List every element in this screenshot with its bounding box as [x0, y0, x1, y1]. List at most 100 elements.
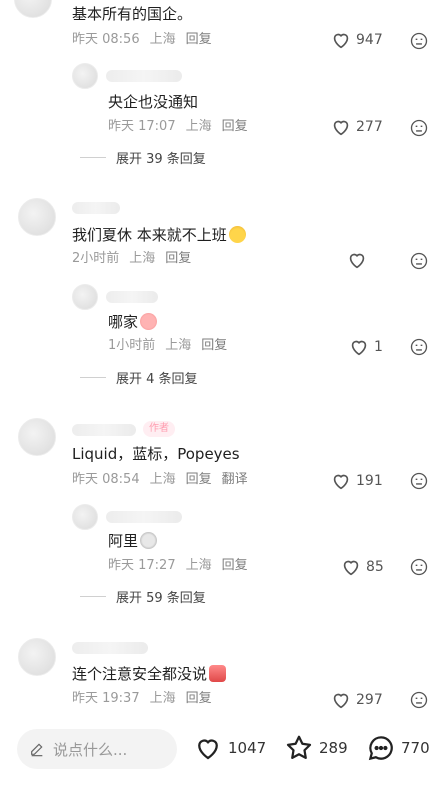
post-star-count: 289 [319, 739, 348, 757]
comment-time: 2小时前 [72, 251, 120, 266]
comment-time: 昨天 17:27 [108, 558, 176, 573]
expand-label: 展开 39 条回复 [116, 152, 206, 167]
like-button[interactable] [346, 249, 368, 271]
like-button[interactable]: 85 [340, 556, 384, 578]
like-button[interactable]: 277 [330, 116, 383, 138]
avatar[interactable] [18, 198, 56, 236]
avatar[interactable] [18, 638, 56, 676]
comment-input-placeholder: 说点什么... [53, 740, 128, 759]
like-button[interactable]: 191 [330, 470, 383, 492]
like-count: 1 [374, 339, 383, 355]
comment-text-content: 哪家 [108, 313, 139, 331]
expand-label: 展开 59 条回复 [116, 591, 206, 606]
avatar[interactable] [18, 418, 56, 456]
comment-meta: 昨天 08:54 上海 回复 翻译 [72, 471, 248, 489]
post-like-count: 1047 [228, 739, 267, 757]
avatar[interactable] [14, 0, 52, 18]
cat-emoji-icon [140, 532, 158, 549]
username [72, 642, 148, 654]
like-button[interactable]: 1 [348, 336, 383, 358]
expand-replies-button[interactable]: 展开 59 条回复 [80, 587, 206, 606]
comment-location: 上海 [129, 251, 156, 266]
comment-text-content: 连个注意安全都没说 [72, 665, 208, 683]
comment-location: 上海 [149, 472, 176, 487]
heart-icon [333, 693, 349, 709]
avatar[interactable] [72, 504, 98, 530]
neutral-face-icon[interactable] [409, 31, 429, 51]
comment-text: 基本所有的国企。 [72, 5, 193, 23]
divider [80, 157, 106, 158]
comment-time: 昨天 08:54 [72, 472, 140, 487]
comment-time: 1小时前 [108, 338, 156, 353]
neutral-face-icon[interactable] [409, 471, 429, 491]
neutral-face-icon[interactable] [409, 251, 429, 271]
username [106, 291, 158, 303]
comment-meta: 昨天 19:37 上海 回复 [72, 690, 212, 708]
pear-emoji-icon [228, 226, 246, 243]
comment-time: 昨天 08:56 [72, 32, 140, 47]
divider [80, 377, 106, 378]
username [72, 424, 136, 436]
neutral-face-icon[interactable] [409, 557, 429, 577]
heart-icon [333, 474, 349, 490]
expand-replies-button[interactable]: 展开 4 条回复 [80, 368, 198, 387]
comment-meta: 昨天 17:07 上海 回复 [108, 118, 248, 136]
expand-replies-button[interactable]: 展开 39 条回复 [80, 148, 206, 167]
avatar[interactable] [72, 284, 98, 310]
post-like-button[interactable]: 1047 [193, 733, 266, 763]
comment-location: 上海 [149, 32, 176, 47]
reply-button[interactable]: 回复 [201, 337, 227, 355]
heart-icon [349, 253, 365, 269]
reply-button[interactable]: 回复 [186, 31, 212, 49]
comment-time: 昨天 19:37 [72, 691, 140, 706]
translate-button[interactable]: 翻译 [222, 471, 248, 489]
reply-button[interactable]: 回复 [222, 118, 248, 136]
heart-icon [333, 33, 349, 49]
comment-location: 上海 [185, 119, 212, 134]
comment-text: 阿里 [108, 531, 158, 551]
comment-meta: 1小时前 上海 回复 [108, 337, 227, 355]
comment-time: 昨天 17:07 [108, 119, 176, 134]
avatar[interactable] [72, 63, 98, 89]
comment-meta: 昨天 08:56 上海 回复 [72, 31, 212, 49]
comment-text-content: 阿里 [108, 532, 139, 550]
neutral-face-icon[interactable] [409, 690, 429, 710]
neutral-face-icon[interactable] [409, 337, 429, 357]
pig-emoji-icon [140, 313, 158, 330]
comment-text: 我们夏休 本来就不上班 [72, 225, 246, 245]
comment-meta: 2小时前 上海 回复 [72, 250, 191, 268]
post-star-button[interactable]: 289 [284, 733, 348, 763]
thumbs-up-emoji-icon [209, 665, 227, 682]
reply-button[interactable]: 回复 [165, 250, 191, 268]
like-count: 947 [356, 32, 383, 48]
comment-location: 上海 [185, 558, 212, 573]
like-count: 191 [356, 473, 383, 489]
post-comment-button[interactable]: 770 [366, 733, 430, 763]
expand-label: 展开 4 条回复 [116, 372, 198, 387]
like-button[interactable]: 297 [330, 689, 383, 711]
comment-text: 哪家 [108, 312, 158, 332]
comment-meta: 昨天 17:27 上海 回复 [108, 557, 248, 575]
heart-icon [198, 739, 218, 760]
author-badge: 作者 [143, 421, 175, 437]
chat-bubble-icon [368, 736, 393, 761]
post-comment-count: 770 [401, 739, 430, 757]
divider [80, 596, 106, 597]
neutral-face-icon[interactable] [409, 118, 429, 138]
comment-text: 央企也没通知 [108, 93, 199, 111]
bottom-action-bar: 说点什么... 1047 289 770 [0, 719, 447, 800]
heart-icon [343, 560, 359, 576]
like-count: 297 [356, 692, 383, 708]
comment-input[interactable]: 说点什么... [17, 729, 177, 769]
username [106, 511, 182, 523]
comment-location: 上海 [149, 691, 176, 706]
reply-button[interactable]: 回复 [222, 557, 248, 575]
reply-button[interactable]: 回复 [186, 471, 212, 489]
like-count: 277 [356, 119, 383, 135]
star-icon [286, 735, 312, 759]
like-button[interactable]: 947 [330, 29, 383, 51]
comment-text: Liquid，蓝标，Popeyes [72, 445, 240, 463]
heart-icon [351, 340, 367, 356]
reply-button[interactable]: 回复 [186, 690, 212, 708]
heart-icon [333, 120, 349, 136]
